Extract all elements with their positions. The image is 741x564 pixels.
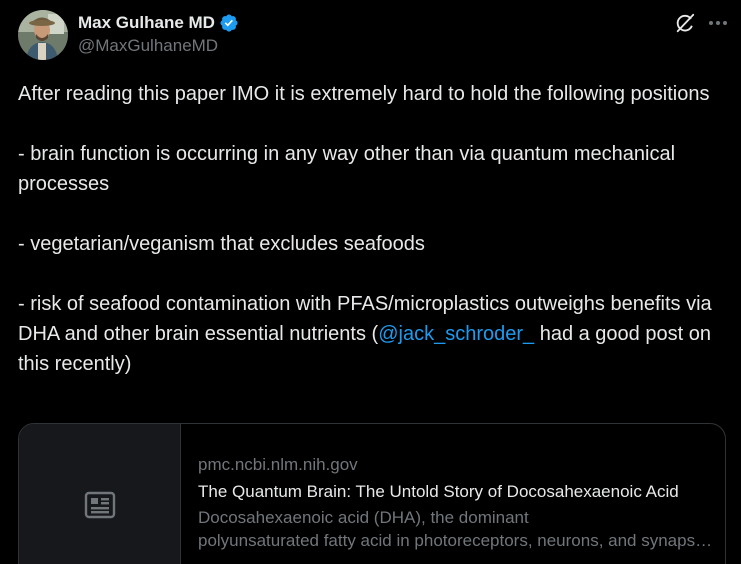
card-domain: pmc.ncbi.nlm.nih.gov <box>198 455 358 474</box>
card-description-line-1: Docosahexaenoic acid (DHA), the dominant <box>198 508 529 527</box>
author-display-name[interactable]: Max Gulhane MD <box>78 13 215 33</box>
more-icon[interactable] <box>708 13 728 33</box>
tweet-intro: After reading this paper IMO it is extre… <box>18 83 710 105</box>
grok-icon[interactable] <box>674 12 696 34</box>
tweet-text: After reading this paper IMO it is extre… <box>18 79 718 379</box>
avatar[interactable] <box>18 10 68 60</box>
tweet-point-3: - risk of seafood contamination with PFA… <box>18 289 718 379</box>
author-handle[interactable]: @MaxGulhaneMD <box>78 36 239 56</box>
tweet-point-1: - brain function is occurring in any way… <box>18 143 676 195</box>
card-thumbnail[interactable] <box>19 424 181 564</box>
card-description-line-2: polyunsaturated fatty acid in photorecep… <box>198 531 713 550</box>
mention-link[interactable]: @jack_schroder_ <box>378 323 534 345</box>
verified-badge-icon[interactable] <box>219 13 239 33</box>
tweet-header: Max Gulhane MD @MaxGulhaneMD <box>18 10 728 62</box>
card-description: Docosahexaenoic acid (DHA), the dominant… <box>198 506 713 552</box>
card-title: The Quantum Brain: The Untold Story of D… <box>198 482 679 501</box>
card-body[interactable]: pmc.ncbi.nlm.nih.gov The Quantum Brain: … <box>198 452 713 552</box>
article-icon <box>84 491 115 519</box>
tweet-point-2: - vegetarian/veganism that excludes seaf… <box>18 233 425 255</box>
link-preview-card[interactable]: pmc.ncbi.nlm.nih.gov The Quantum Brain: … <box>18 423 726 564</box>
